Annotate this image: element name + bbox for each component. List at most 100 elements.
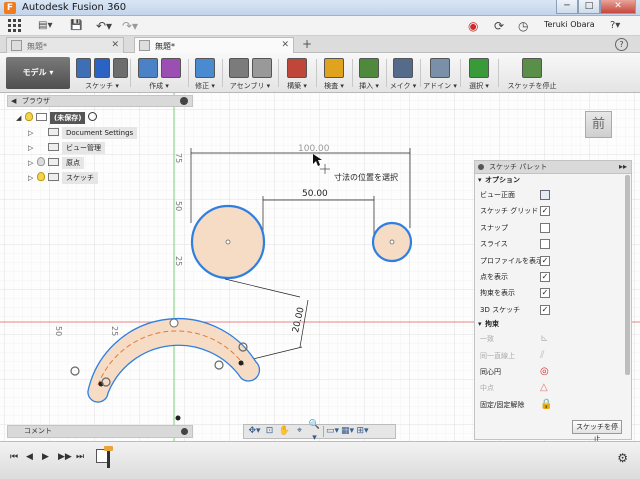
expand-arrow-icon[interactable]: ▷ — [28, 142, 34, 154]
browser-item-2[interactable]: ▷ ビュー管理 — [28, 142, 105, 154]
constraint-row-0[interactable]: 一致 ⊾ — [475, 331, 631, 347]
toolbar-tool-icon[interactable] — [228, 58, 249, 78]
visibility-bulb-icon[interactable] — [25, 112, 33, 121]
toolbar-tool-icon[interactable] — [287, 58, 307, 78]
large-circle-center-point[interactable] — [225, 239, 231, 245]
expand-arrow-icon[interactable]: ▷ — [28, 127, 34, 139]
toolbar-tool-icon[interactable] — [324, 58, 344, 78]
timeline-play-button[interactable]: ▶ — [42, 452, 49, 462]
help-icon[interactable]: ?▾ — [610, 19, 620, 33]
toolbar-group-5[interactable]: 検査 ▾ — [318, 56, 350, 92]
timeline-settings-icon[interactable]: ⚙ — [617, 451, 628, 465]
toolbar-group-2[interactable]: 修正 ▾ — [190, 56, 220, 92]
small-circle-center-point[interactable] — [389, 239, 395, 245]
close-window-button[interactable]: ✕ — [600, 0, 636, 14]
browser-item-4[interactable]: ▷ スケッチ — [28, 172, 98, 184]
collapse-arrow-icon[interactable]: ▾ — [478, 318, 482, 331]
viewports-icon[interactable]: ⊞▾ — [356, 425, 369, 438]
expand-arrow-icon[interactable]: ▷ — [28, 172, 34, 184]
palette-option-2[interactable]: スナップ — [475, 220, 631, 236]
constraint-row-2[interactable]: 同心円 ◎ — [475, 364, 631, 380]
toolbar-tool-icon[interactable] — [469, 58, 489, 78]
display-settings-icon[interactable]: ▭▾ — [326, 425, 339, 438]
constraint-glyph-icon[interactable]: ⫽ — [540, 350, 550, 361]
constraint-glyph-icon[interactable]: 🔒 — [540, 399, 552, 410]
palette-option-1[interactable]: スケッチ グリッド ✓ — [475, 203, 631, 219]
constraint-row-1[interactable]: 同一直線上 ⫽ — [475, 348, 631, 364]
palette-option-checkbox[interactable]: ✓ — [540, 255, 550, 266]
undo-icon[interactable]: ↶▾ — [96, 19, 112, 33]
look-at-icon[interactable] — [540, 190, 550, 200]
browser-item-0[interactable]: ◢ (未保存) — [16, 112, 98, 124]
toolbar-tool-icon[interactable] — [195, 58, 215, 78]
pan-icon[interactable]: ✋ — [278, 425, 291, 438]
constraint-glyph-icon[interactable]: ⊾ — [540, 334, 550, 344]
data-panel-grid-icon[interactable] — [8, 19, 21, 35]
timeline-marker[interactable] — [104, 446, 113, 468]
save-icon[interactable]: 💾 — [70, 19, 82, 33]
palette-pin-icon[interactable] — [478, 164, 484, 170]
toolbar-tool-icon[interactable] — [522, 58, 542, 78]
palette-option-checkbox[interactable]: ✓ — [540, 288, 550, 299]
expand-arrow-icon[interactable]: ◢ — [16, 112, 22, 124]
document-tab-1[interactable]: 無題* ✕ — [6, 37, 124, 53]
browser-item-1[interactable]: ▷ Document Settings — [28, 127, 138, 139]
constraint-row-4[interactable]: 固定/固定解除 🔒 — [475, 397, 631, 413]
toolbar-group-1[interactable]: 作成 ▾ — [132, 56, 186, 92]
toolbar-group-9[interactable]: 選択 ▾ — [462, 56, 496, 92]
toolbar-tool-icon[interactable] — [430, 58, 450, 78]
browser-item-3[interactable]: ▷ 原点 — [28, 157, 84, 169]
timeline-prev-button[interactable]: ◀ — [26, 452, 33, 462]
options-section-header[interactable]: ▾ オプション — [475, 174, 631, 187]
redo-icon[interactable]: ↷▾ — [122, 19, 138, 33]
origin-point[interactable] — [175, 415, 181, 421]
user-account-menu[interactable]: Teruki Obara — [544, 20, 595, 29]
timeline-first-button[interactable]: ⏮ — [10, 452, 18, 462]
zoom-icon[interactable]: ⌖ — [293, 425, 306, 438]
minimize-button[interactable]: ─ — [556, 0, 578, 14]
document-tab-2[interactable]: 無題* ✕ — [134, 37, 294, 53]
toolbar-tool-icon[interactable] — [160, 58, 181, 78]
browser-panel-header[interactable]: ◀ ブラウザ — [7, 95, 193, 107]
toolbar-group-0[interactable]: スケッチ ▾ — [76, 56, 128, 92]
toolbar-tool-icon[interactable] — [393, 58, 413, 78]
toolbar-tool-icon[interactable] — [137, 58, 158, 78]
timeline-last-button[interactable]: ⏭ — [76, 452, 84, 462]
palette-option-checkbox[interactable]: ✓ — [540, 304, 550, 315]
toolbar-tool-icon[interactable] — [94, 58, 110, 78]
toolbar-tool-icon[interactable] — [359, 58, 379, 78]
stop-sketch-button[interactable]: スケッチを停止 — [572, 420, 622, 443]
file-menu-icon[interactable]: ▤▾ — [38, 19, 52, 33]
palette-option-checkbox[interactable]: ✓ — [540, 271, 550, 282]
constraint-glyph-icon[interactable]: △ — [540, 383, 550, 393]
visibility-bulb-icon[interactable] — [37, 157, 45, 166]
record-icon[interactable]: ◉ — [468, 19, 478, 33]
job-status-icon[interactable]: ⟳ — [494, 19, 504, 33]
viewcube[interactable]: 前 — [585, 111, 612, 138]
activate-radio-icon[interactable] — [88, 112, 98, 121]
slot-center-point[interactable] — [169, 318, 179, 328]
toolbar-group-6[interactable]: 挿入 ▾ — [354, 56, 384, 92]
visibility-bulb-icon[interactable] — [37, 172, 45, 181]
close-tab-icon[interactable]: ✕ — [281, 40, 289, 50]
toolbar-group-7[interactable]: メイク ▾ — [388, 56, 418, 92]
toolbar-group-3[interactable]: アセンブリ ▾ — [224, 56, 276, 92]
workspace-mode-button[interactable]: モデル ▾ — [6, 57, 70, 89]
toolbar-group-4[interactable]: 構築 ▾ — [280, 56, 314, 92]
new-tab-plus-icon[interactable]: + — [300, 38, 314, 51]
palette-option-checkbox[interactable] — [540, 239, 550, 250]
palette-scrollbar[interactable] — [625, 175, 630, 375]
palette-option-7[interactable]: 3D スケッチ ✓ — [475, 302, 631, 318]
grid-settings-icon[interactable]: ▦▾ — [341, 425, 354, 438]
sketch-palette-header[interactable]: スケッチ パレット ▸▸ — [475, 161, 631, 174]
palette-option-3[interactable]: スライス — [475, 236, 631, 252]
expand-arrow-icon[interactable]: ▷ — [28, 157, 34, 169]
comments-options-icon[interactable] — [181, 428, 188, 435]
palette-option-5[interactable]: 点を表示 ✓ — [475, 269, 631, 285]
toolbar-group-8[interactable]: アドイン ▾ — [422, 56, 458, 92]
look-at-icon[interactable]: ⊡ — [263, 425, 276, 438]
palette-option-4[interactable]: プロファイルを表示 ✓ — [475, 253, 631, 269]
palette-option-0[interactable]: ビュー正面 — [475, 187, 631, 203]
collapse-arrow-icon[interactable]: ◀ — [11, 96, 16, 106]
slot-end-point-right[interactable] — [238, 360, 244, 366]
